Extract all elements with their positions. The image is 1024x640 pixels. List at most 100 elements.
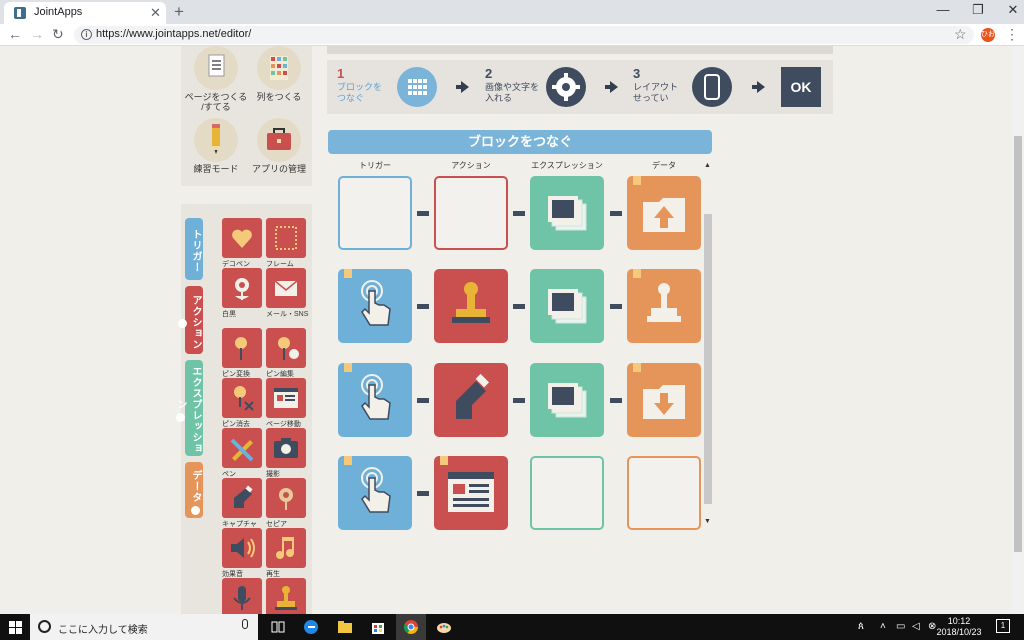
info-icon[interactable]: i bbox=[81, 29, 92, 40]
people-icon[interactable]: ጰ bbox=[858, 621, 864, 632]
chevron-up-icon[interactable]: ˄ bbox=[880, 621, 886, 632]
block-expression-photo[interactable] bbox=[530, 363, 604, 437]
block-action-stamp[interactable] bbox=[434, 269, 508, 343]
favicon-icon bbox=[14, 7, 26, 19]
block-palette: トリガー アクション エクスプレッション データ デコペン フレーム 白黒 メー… bbox=[175, 204, 312, 614]
block-grid-icon bbox=[257, 46, 301, 90]
block-trigger-tap[interactable] bbox=[338, 456, 412, 530]
slot-data-empty[interactable] bbox=[627, 456, 701, 530]
palette-pin-delete[interactable]: ピン消去 bbox=[222, 378, 262, 429]
palette-photograph[interactable]: 撮影 bbox=[266, 428, 306, 479]
ok-button[interactable]: OK bbox=[781, 67, 821, 107]
task-view-icon[interactable] bbox=[270, 619, 286, 635]
palette-sepia[interactable]: セピア bbox=[266, 478, 306, 529]
steps-bar: 1 ブロックを つなぐ 2 画像や文字を 入れる 3 レイアウト せってい OK bbox=[327, 60, 833, 114]
palette-playback[interactable]: 再生 bbox=[266, 528, 306, 579]
microphone-icon[interactable] bbox=[242, 619, 248, 629]
windows-taskbar: ここに入力して検索 ጰ ˄ ▭ ◁ ⊗ 10:12 2018/10/23 1 bbox=[0, 614, 1024, 640]
palette-pen[interactable]: ペン bbox=[222, 428, 262, 479]
palette-tab-expression[interactable]: エクスプレッション bbox=[175, 360, 203, 456]
menu-app-manage[interactable]: アプリの管理 bbox=[247, 118, 311, 174]
battery-icon[interactable]: ▭ bbox=[896, 621, 905, 632]
block-trigger-tap[interactable] bbox=[338, 269, 412, 343]
close-window-button[interactable]: ✕ bbox=[990, 2, 1024, 18]
palette-frame[interactable]: フレーム bbox=[266, 218, 306, 269]
connector bbox=[513, 398, 525, 403]
gear-icon[interactable] bbox=[546, 67, 586, 107]
block-action-page[interactable] bbox=[434, 456, 508, 530]
back-arrow-icon[interactable]: ← bbox=[8, 26, 22, 42]
page-scroll-thumb[interactable] bbox=[1014, 136, 1022, 552]
step-text: 画像や文字を 入れる bbox=[485, 82, 540, 103]
grid-scroll-thumb[interactable] bbox=[704, 214, 712, 504]
block-data-stamp[interactable] bbox=[627, 269, 701, 343]
palette-capture[interactable]: キャプチャ bbox=[222, 478, 262, 529]
block-grid-step-icon[interactable] bbox=[397, 67, 437, 107]
tab-title: JointApps bbox=[34, 6, 83, 18]
clock[interactable]: 10:12 2018/10/23 bbox=[936, 616, 982, 638]
palette-deco-pen[interactable]: デコペン bbox=[222, 218, 262, 269]
connector bbox=[513, 211, 525, 216]
bookmark-star-icon[interactable]: ☆ bbox=[954, 26, 967, 43]
store-icon[interactable] bbox=[370, 619, 386, 635]
palette-page-move[interactable]: ページ移動 bbox=[266, 378, 306, 429]
palette-pin-convert[interactable]: ピン変換 bbox=[222, 328, 262, 379]
palette-tab-trigger[interactable]: トリガー bbox=[185, 218, 203, 280]
search-placeholder: ここに入力して検索 bbox=[58, 625, 148, 636]
paint-app-icon[interactable] bbox=[436, 619, 452, 635]
block-action-capture[interactable] bbox=[434, 363, 508, 437]
block-data-download[interactable] bbox=[627, 363, 701, 437]
browser-toolbar: ← → ↻ i https://www.jointapps.net/editor… bbox=[0, 24, 1024, 46]
menu-page-manage[interactable]: ページをつくる /すてる bbox=[184, 46, 248, 112]
tab-label: データ bbox=[190, 469, 201, 503]
file-explorer-icon[interactable] bbox=[337, 619, 353, 635]
palette-tab-action[interactable]: アクション bbox=[177, 286, 203, 354]
briefcase-icon bbox=[257, 118, 301, 162]
step-number: 2 bbox=[485, 66, 493, 81]
block-data-upload[interactable] bbox=[627, 176, 701, 250]
palette-monochrome[interactable]: 白黒 bbox=[222, 268, 262, 319]
palette-mail-sns[interactable]: メール・SNS bbox=[266, 268, 308, 319]
volume-icon[interactable]: ◁ bbox=[912, 621, 920, 632]
browser-menu-icon[interactable]: ⋮ bbox=[1005, 26, 1019, 43]
menu-practice-mode[interactable]: 練習モード bbox=[184, 118, 248, 174]
scroll-up-icon[interactable]: ▲ bbox=[704, 162, 711, 169]
notification-icon[interactable]: 1 bbox=[996, 619, 1010, 633]
block-expression-photo[interactable] bbox=[530, 269, 604, 343]
windows-start-icon[interactable] bbox=[9, 621, 22, 634]
microphone-icon bbox=[222, 578, 262, 614]
palette-sound-effect[interactable]: 効果音 bbox=[222, 528, 262, 579]
smartphone-icon[interactable] bbox=[692, 67, 732, 107]
tab-label: エクスプレッション bbox=[175, 366, 201, 454]
grid-scrollbar[interactable]: ▲ ▼ bbox=[703, 162, 713, 526]
scroll-down-icon[interactable]: ▼ bbox=[704, 518, 711, 525]
slot-action-empty[interactable] bbox=[434, 176, 508, 250]
palette-tab-data[interactable]: データ bbox=[185, 462, 203, 518]
pen-brush-icon bbox=[222, 428, 262, 468]
menu-make-row[interactable]: 列をつくる bbox=[247, 46, 311, 102]
slot-trigger-empty[interactable] bbox=[338, 176, 412, 250]
pencil-icon bbox=[194, 118, 238, 162]
stamp-icon bbox=[266, 578, 306, 614]
slot-expression-empty[interactable] bbox=[530, 456, 604, 530]
address-bar[interactable]: i https://www.jointapps.net/editor/ ☆ bbox=[74, 26, 974, 44]
column-header-data: データ bbox=[652, 161, 676, 170]
reload-icon[interactable]: ↻ bbox=[52, 26, 64, 43]
palette-pin-edit[interactable]: ピン編集 bbox=[266, 328, 306, 379]
palette-record[interactable] bbox=[222, 578, 262, 614]
step-number: 1 bbox=[337, 66, 345, 81]
browser-tab[interactable]: JointApps ✕ bbox=[4, 2, 166, 24]
block-trigger-tap[interactable] bbox=[338, 363, 412, 437]
palette-stamp[interactable] bbox=[266, 578, 306, 614]
block-expression-photo[interactable] bbox=[530, 176, 604, 250]
chrome-browser-icon[interactable] bbox=[403, 619, 419, 635]
profile-avatar[interactable]: ひお bbox=[981, 28, 995, 42]
new-tab-button[interactable]: + bbox=[174, 2, 184, 22]
taskbar-search[interactable]: ここに入力して検索 bbox=[30, 614, 258, 640]
edge-browser-icon[interactable] bbox=[303, 619, 319, 635]
url-text[interactable]: https://www.jointapps.net/editor/ bbox=[96, 28, 251, 40]
forward-arrow-icon[interactable]: → bbox=[30, 26, 44, 42]
tab-close-icon[interactable]: ✕ bbox=[150, 5, 161, 21]
cortana-icon bbox=[38, 620, 51, 633]
editor-menu: ページをつくる /すてる 列をつくる 練習モード アプリの管理 bbox=[181, 46, 312, 186]
